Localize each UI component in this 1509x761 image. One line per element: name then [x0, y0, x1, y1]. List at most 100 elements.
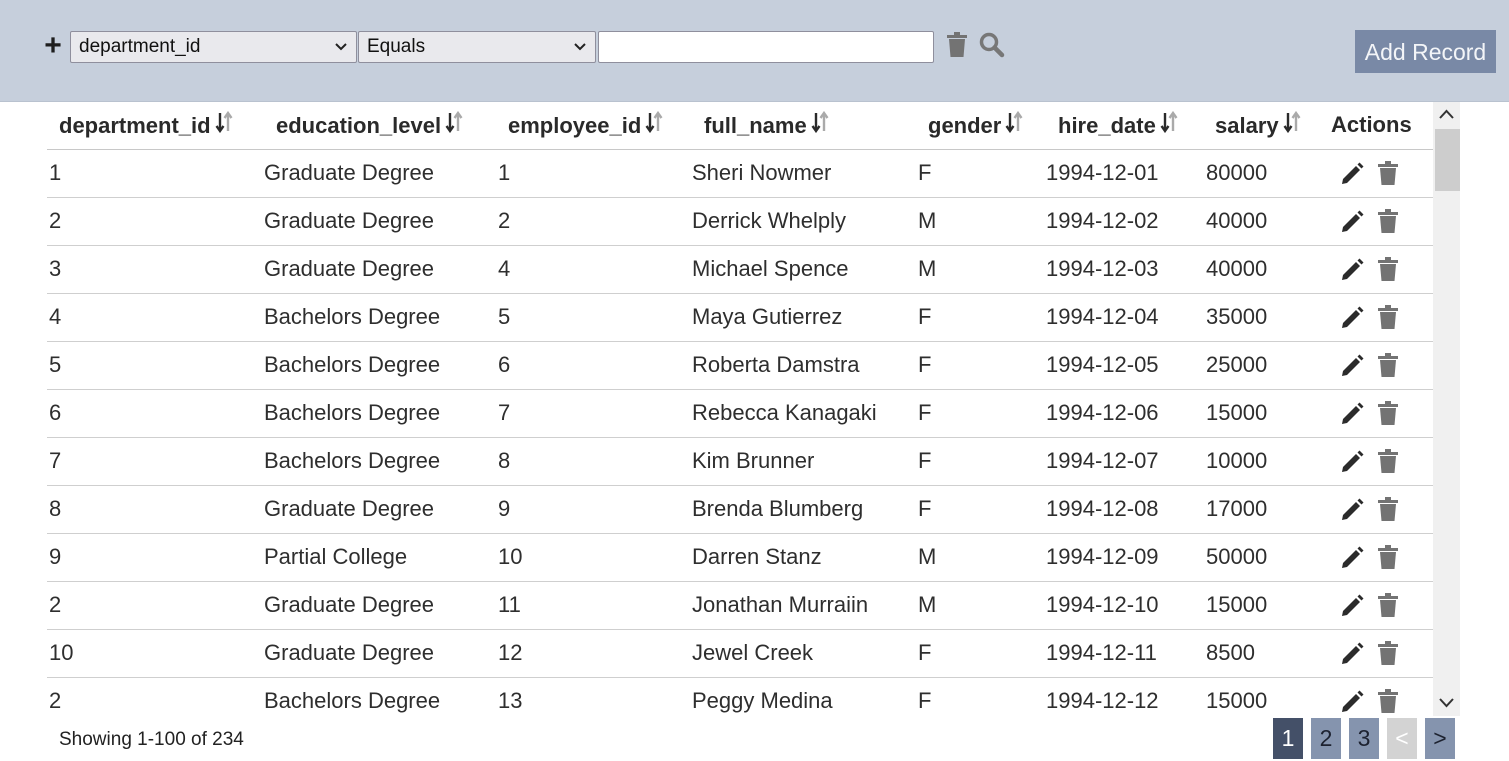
column-header-salary[interactable]: salary [1203, 102, 1331, 150]
sort-arrows-icon[interactable] [445, 111, 463, 134]
page-button-3[interactable]: 3 [1349, 718, 1379, 759]
cell-education-level: Graduate Degree [264, 245, 496, 294]
scrollbar-thumb[interactable] [1435, 129, 1460, 191]
sort-arrows-icon[interactable] [1160, 111, 1178, 134]
cell-salary: 15000 [1203, 677, 1331, 716]
column-header-employee-id[interactable]: employee_id [496, 102, 692, 150]
sort-arrows-icon[interactable] [811, 111, 829, 134]
pencil-icon[interactable] [1339, 640, 1365, 666]
cell-full-name: Jonathan Murraiin [692, 581, 916, 630]
operator-select[interactable]: Equals [358, 31, 596, 63]
cell-gender: M [916, 245, 1046, 294]
cell-department-id: 9 [47, 533, 264, 582]
table-row: 1 Graduate Degree 1 Sheri Nowmer F 1994-12-01… [47, 149, 1433, 198]
chevron-down-icon [335, 43, 347, 51]
pencil-icon[interactable] [1339, 592, 1365, 618]
trash-icon[interactable] [1375, 544, 1401, 570]
cell-education-level: Graduate Degree [264, 149, 496, 198]
column-header-hire-date[interactable]: hire_date [1046, 102, 1203, 150]
cell-full-name: Kim Brunner [692, 437, 916, 486]
table-row: 7 Bachelors Degree 8 Kim Brunner F 1994-12-07… [47, 437, 1433, 486]
pencil-icon[interactable] [1339, 544, 1365, 570]
cell-employee-id: 2 [496, 197, 692, 246]
trash-icon[interactable] [1375, 640, 1401, 666]
trash-icon[interactable] [945, 31, 969, 59]
pencil-icon[interactable] [1339, 304, 1365, 330]
prev-page-button[interactable]: < [1387, 718, 1417, 759]
cell-full-name: Peggy Medina [692, 677, 916, 716]
cell-actions [1331, 245, 1433, 294]
cell-department-id: 2 [47, 581, 264, 630]
cell-employee-id: 6 [496, 341, 692, 390]
cell-actions [1331, 437, 1433, 486]
chevron-down-icon [574, 43, 586, 51]
cell-hire-date: 1994-12-08 [1046, 485, 1203, 534]
sort-arrows-icon[interactable] [1005, 111, 1023, 134]
cell-department-id: 3 [47, 245, 264, 294]
page-button-2[interactable]: 2 [1311, 718, 1341, 759]
add-record-button[interactable]: Add Record [1355, 30, 1496, 73]
cell-department-id: 10 [47, 629, 264, 678]
trash-icon[interactable] [1375, 352, 1401, 378]
row-actions [1331, 592, 1433, 618]
pencil-icon[interactable] [1339, 160, 1365, 186]
table-body: 1 Graduate Degree 1 Sheri Nowmer F 1994-12-01… [47, 149, 1433, 716]
scroll-down-arrow-icon[interactable] [1433, 690, 1460, 716]
cell-hire-date: 1994-12-10 [1046, 581, 1203, 630]
search-icon[interactable] [978, 31, 1006, 59]
pencil-icon[interactable] [1339, 256, 1365, 282]
field-select[interactable]: department_id [70, 31, 357, 63]
scroll-up-arrow-icon[interactable] [1433, 102, 1460, 128]
trash-icon[interactable] [1375, 160, 1401, 186]
trash-icon[interactable] [1375, 256, 1401, 282]
pencil-icon[interactable] [1339, 448, 1365, 474]
cell-hire-date: 1994-12-04 [1046, 293, 1203, 342]
trash-icon[interactable] [1375, 208, 1401, 234]
trash-icon[interactable] [1375, 592, 1401, 618]
sort-arrows-icon[interactable] [215, 111, 233, 134]
table-header-row: department_id education_level employee_id f… [47, 102, 1433, 150]
sort-arrows-icon[interactable] [1283, 111, 1301, 134]
trash-icon[interactable] [1375, 448, 1401, 474]
row-actions [1331, 400, 1433, 426]
column-header-full-name[interactable]: full_name [692, 102, 916, 150]
cell-actions [1331, 149, 1433, 198]
add-filter-button[interactable]: + [40, 31, 66, 61]
page-button-1[interactable]: 1 [1273, 718, 1303, 759]
trash-icon[interactable] [1375, 688, 1401, 714]
trash-icon[interactable] [1375, 304, 1401, 330]
row-actions [1331, 352, 1433, 378]
cell-employee-id: 9 [496, 485, 692, 534]
table-row: 4 Bachelors Degree 5 Maya Gutierrez F 1994-12… [47, 293, 1433, 342]
pencil-icon[interactable] [1339, 688, 1365, 714]
filter-value-input[interactable] [598, 31, 934, 63]
trash-icon[interactable] [1375, 400, 1401, 426]
column-header-gender[interactable]: gender [916, 102, 1046, 150]
row-actions [1331, 544, 1433, 570]
cell-full-name: Rebecca Kanagaki [692, 389, 916, 438]
sort-arrows-icon[interactable] [645, 111, 663, 134]
column-header-department-id[interactable]: department_id [47, 102, 264, 150]
cell-department-id: 8 [47, 485, 264, 534]
trash-icon[interactable] [1375, 496, 1401, 522]
cell-full-name: Jewel Creek [692, 629, 916, 678]
cell-full-name: Michael Spence [692, 245, 916, 294]
cell-employee-id: 8 [496, 437, 692, 486]
field-select-value: department_id [79, 36, 201, 57]
pencil-icon[interactable] [1339, 496, 1365, 522]
cell-full-name: Sheri Nowmer [692, 149, 916, 198]
cell-gender: M [916, 533, 1046, 582]
column-header-education-level[interactable]: education_level [264, 102, 496, 150]
pencil-icon[interactable] [1339, 208, 1365, 234]
cell-full-name: Roberta Damstra [692, 341, 916, 390]
cell-department-id: 2 [47, 677, 264, 716]
cell-department-id: 2 [47, 197, 264, 246]
cell-salary: 80000 [1203, 149, 1331, 198]
cell-salary: 50000 [1203, 533, 1331, 582]
cell-salary: 35000 [1203, 293, 1331, 342]
vertical-scrollbar[interactable] [1433, 102, 1460, 716]
next-page-button[interactable]: > [1425, 718, 1455, 759]
pencil-icon[interactable] [1339, 352, 1365, 378]
cell-employee-id: 4 [496, 245, 692, 294]
pencil-icon[interactable] [1339, 400, 1365, 426]
